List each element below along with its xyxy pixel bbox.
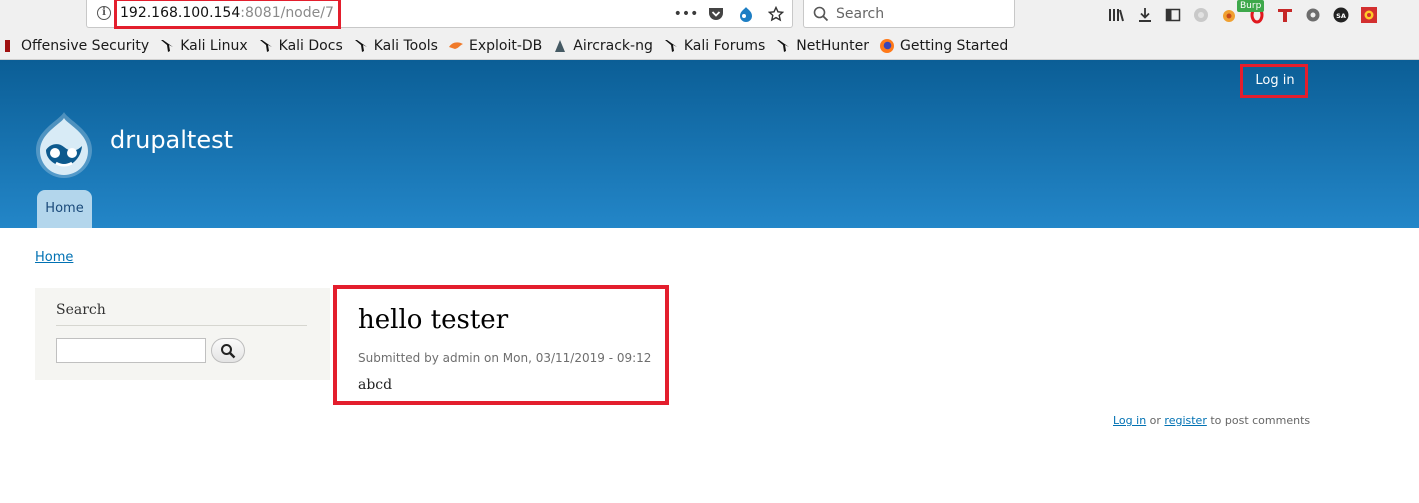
magnifier-icon — [221, 343, 236, 358]
url-bar[interactable]: i 192.168.100.154:8081/node/7 ••• — [86, 0, 793, 29]
browser-toolbar: i 192.168.100.154:8081/node/7 ••• Search… — [0, 0, 1419, 32]
svg-text:SA: SA — [1336, 12, 1346, 20]
comments-or-text: or — [1146, 414, 1165, 427]
node-article: hello tester Submitted by admin on Mon, … — [333, 285, 669, 405]
bookmark-nethunter[interactable]: NetHunter — [771, 34, 875, 58]
bookmark-label: Kali Docs — [278, 37, 343, 54]
bookmark-label: Getting Started — [900, 37, 1009, 54]
tamper-icon[interactable] — [1276, 6, 1294, 24]
sa-extension-icon[interactable]: SA — [1332, 6, 1350, 24]
node-submitted-info: Submitted by admin on Mon, 03/11/2019 - … — [358, 351, 652, 365]
search-block-divider — [56, 325, 307, 326]
comments-login-prompt: Log in or register to post comments — [1113, 414, 1310, 427]
url-highlight-box — [114, 0, 341, 29]
bookmark-label: Kali Linux — [180, 37, 248, 54]
bookmark-kali-docs[interactable]: Kali Docs — [254, 34, 349, 58]
comments-login-link[interactable]: Log in — [1113, 414, 1146, 427]
pocket-icon[interactable] — [706, 5, 726, 23]
bookmark-getting-started[interactable]: Getting Started — [875, 34, 1014, 58]
node-body: abcd — [358, 377, 393, 393]
sidebar-toggle-icon[interactable] — [1164, 6, 1182, 24]
globe-extension-icon[interactable] — [1192, 6, 1210, 24]
info-icon[interactable]: i — [97, 6, 111, 20]
bookmarks-bar: Offensive Security Kali Linux Kali Docs … — [0, 32, 1419, 60]
drupal-extension-icon[interactable] — [736, 5, 756, 23]
burp-badge: Burp — [1237, 0, 1265, 12]
bookmark-exploit-db[interactable]: Exploit-DB — [444, 34, 548, 58]
drupal-logo-icon[interactable] — [34, 110, 94, 178]
foxyproxy-icon[interactable] — [1360, 6, 1378, 24]
comments-suffix-text: to post comments — [1206, 414, 1311, 427]
kali-dragon-icon — [353, 38, 369, 54]
site-header: Log in drupaltest Home — [0, 60, 1419, 228]
site-search-input[interactable] — [56, 338, 206, 363]
settings-gear-icon[interactable] — [1304, 6, 1322, 24]
node-title: hello tester — [358, 305, 509, 335]
bookmark-label: Kali Forums — [683, 37, 766, 54]
search-icon — [813, 6, 829, 22]
burp-proxy-icon[interactable] — [1220, 6, 1238, 24]
site-name[interactable]: drupaltest — [110, 126, 233, 154]
tab-home[interactable]: Home — [37, 190, 92, 228]
bookmark-kali-tools[interactable]: Kali Tools — [349, 34, 444, 58]
download-icon[interactable] — [1136, 6, 1154, 24]
browser-search-input[interactable] — [834, 4, 1004, 24]
kali-dragon-icon — [663, 38, 679, 54]
login-highlight-box — [1240, 64, 1308, 98]
bookmark-label: NetHunter — [796, 37, 870, 54]
bookmark-label: Exploit-DB — [468, 37, 543, 54]
comments-register-link[interactable]: register — [1164, 414, 1206, 427]
browser-search-bar[interactable] — [803, 0, 1015, 28]
search-block-title: Search — [56, 302, 106, 318]
site-search-button[interactable] — [211, 338, 245, 363]
bookmark-label: Kali Tools — [373, 37, 438, 54]
bookmark-offensive-security[interactable]: Offensive Security — [0, 34, 155, 58]
kali-dragon-icon — [159, 38, 175, 54]
breadcrumb-home[interactable]: Home — [35, 250, 73, 265]
bookmark-label: Aircrack-ng — [573, 37, 653, 54]
more-actions-icon[interactable]: ••• — [674, 5, 699, 23]
bookmark-label: Offensive Security — [21, 37, 150, 54]
aircrack-icon — [552, 38, 568, 54]
firefox-icon — [879, 38, 895, 54]
bookmark-aircrack-ng[interactable]: Aircrack-ng — [548, 34, 659, 58]
bookmark-kali-forums[interactable]: Kali Forums — [659, 34, 771, 58]
url-actions: ••• — [674, 5, 786, 23]
bookmark-star-icon[interactable] — [766, 5, 786, 23]
exploitdb-icon — [448, 38, 464, 54]
library-icon[interactable] — [1108, 6, 1126, 24]
kali-dragon-icon — [258, 38, 274, 54]
kali-dragon-icon — [775, 38, 791, 54]
bookmark-kali-linux[interactable]: Kali Linux — [155, 34, 253, 58]
sidebar-search-block: Search — [35, 288, 330, 380]
offsec-icon — [0, 38, 16, 54]
